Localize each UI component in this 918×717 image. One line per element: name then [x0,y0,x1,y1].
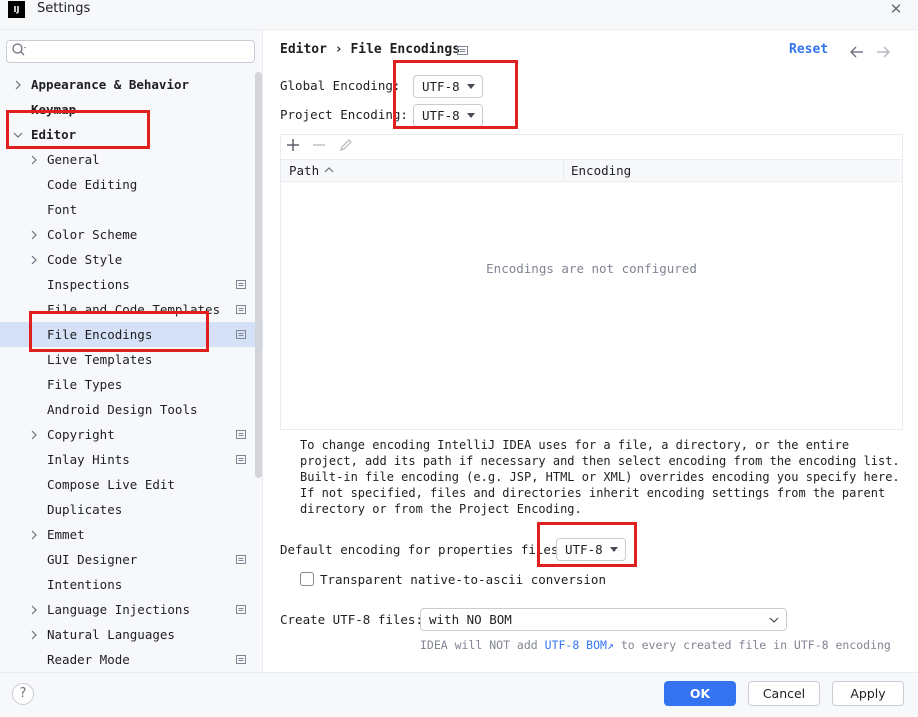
annotation-box-encodings [393,60,518,129]
table-toolbar [281,135,902,159]
chevron-right-icon[interactable] [29,155,39,165]
annotation-box-editor [6,110,150,149]
sidebar-item-general[interactable]: General [47,147,100,172]
bom-hint-prefix: IDEA will NOT add [420,638,538,652]
bom-hint: IDEA will NOT add UTF-8 BOM↗ to every cr… [420,638,891,652]
breadcrumb: Editor › File Encodings [280,42,460,57]
properties-encoding-label: Default encoding for properties files: [280,542,566,557]
project-scope-icon [236,430,246,439]
help-button[interactable]: ? [12,683,34,705]
transparent-conversion-checkbox[interactable] [300,572,314,586]
sidebar-item-code-style[interactable]: Code Style [47,247,122,272]
transparent-conversion-label[interactable]: Transparent native-to-ascii conversion [320,572,606,587]
sidebar-item-language-injections[interactable]: Language Injections [47,597,190,622]
cancel-button[interactable]: Cancel [748,681,820,706]
add-icon[interactable] [286,138,300,152]
project-scope-icon [236,305,246,314]
chevron-right-icon[interactable] [29,255,39,265]
create-utf8-label: Create UTF-8 files: [280,612,423,627]
sidebar-item-compose-live-edit[interactable]: Compose Live Edit [47,472,175,497]
edit-icon[interactable] [339,138,353,152]
project-encoding-label: Project Encoding: [280,107,408,122]
sort-ascending-icon [324,167,334,173]
sidebar-item-inspections[interactable]: Inspections [47,272,130,297]
annotation-box-file-encodings [29,311,209,352]
search-icon [12,43,26,56]
project-scope-icon [457,46,468,55]
chevron-right-icon[interactable] [29,530,39,540]
sidebar-item-code-editing[interactable]: Code Editing [47,172,137,197]
apply-button[interactable]: Apply [832,681,904,706]
project-scope-icon [236,555,246,564]
chevron-right-icon[interactable] [13,80,23,90]
sidebar-item-inlay-hints[interactable]: Inlay Hints [47,447,130,472]
sidebar-item-intentions[interactable]: Intentions [47,572,122,597]
intellij-app-icon: IJ [8,1,25,18]
project-scope-icon [236,330,246,339]
arrow-right-icon[interactable] [875,45,891,59]
project-scope-icon [236,455,246,464]
sidebar-item-appearance-behavior[interactable]: Appearance & Behavior [31,72,189,97]
annotation-box-properties [537,522,637,567]
title-bar [0,0,918,30]
reset-button[interactable]: Reset [789,42,828,57]
sidebar-item-natural-languages[interactable]: Natural Languages [47,622,175,647]
column-header-encoding[interactable]: Encoding [571,163,631,178]
sidebar-item-reader-mode[interactable]: Reader Mode [47,647,130,672]
chevron-right-icon[interactable] [29,430,39,440]
chevron-down-icon [769,617,779,623]
breadcrumb-separator: › [334,42,343,57]
project-scope-icon [236,280,246,289]
arrow-left-icon[interactable] [849,45,865,59]
table-empty-text: Encodings are not configured [486,261,697,276]
remove-icon[interactable] [312,138,326,152]
bom-hint-suffix: to every created file in UTF-8 encoding [620,638,891,652]
sidebar-item-duplicates[interactable]: Duplicates [47,497,122,522]
breadcrumb-parent[interactable]: Editor [280,42,327,57]
column-header-path[interactable]: Path [289,163,319,178]
project-scope-icon [236,655,246,664]
sidebar-item-font[interactable]: Font [47,197,77,222]
close-icon[interactable]: ✕ [886,0,906,18]
help-description: To change encoding IntelliJ IDEA uses fo… [300,438,900,516]
chevron-right-icon[interactable] [29,630,39,640]
sidebar-item-copyright[interactable]: Copyright [47,422,115,447]
utf8-bom-link[interactable]: UTF-8 BOM↗ [545,638,614,652]
sidebar-item-gui-designer[interactable]: GUI Designer [47,547,137,572]
sidebar-item-file-types[interactable]: File Types [47,372,122,397]
global-encoding-label: Global Encoding: [280,78,401,93]
column-separator[interactable] [563,160,564,181]
bom-select[interactable]: with NO BOM [420,608,787,631]
sidebar-item-emmet[interactable]: Emmet [47,522,85,547]
chevron-right-icon[interactable] [29,605,39,615]
window-title: Settings [37,1,91,16]
bom-value: with NO BOM [429,612,512,627]
page-title: File Encodings [350,42,461,57]
sidebar-item-android-design-tools[interactable]: Android Design Tools [47,397,198,422]
project-scope-icon [236,605,246,614]
sidebar-scrollbar[interactable] [255,72,262,478]
search-input[interactable] [6,40,255,63]
ok-button[interactable]: OK [664,681,736,706]
sidebar-item-color-scheme[interactable]: Color Scheme [47,222,137,247]
chevron-right-icon[interactable] [29,230,39,240]
